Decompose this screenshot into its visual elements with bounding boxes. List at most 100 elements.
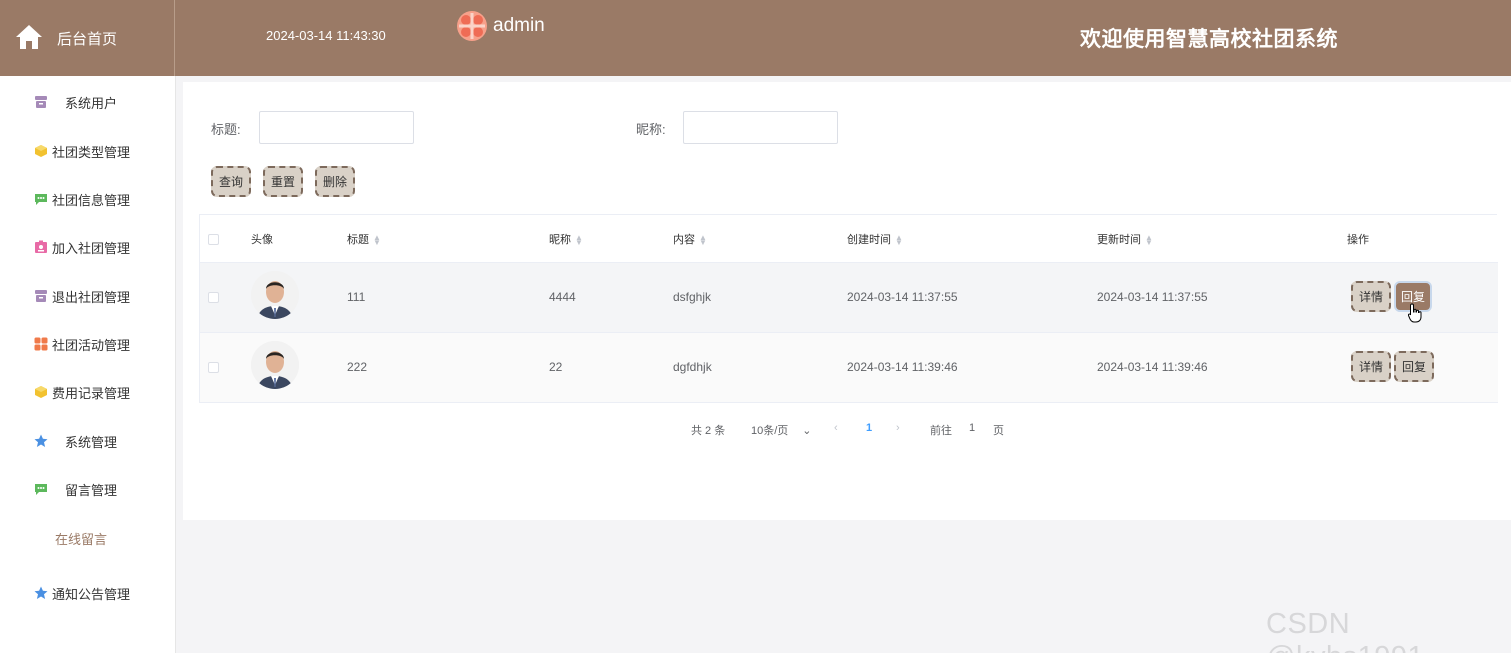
avatar — [251, 341, 299, 389]
site-title: 欢迎使用智慧高校社团系统 — [1080, 28, 1338, 51]
cell-title: 111 — [347, 290, 366, 304]
sidebar-item-label: 系统用户 — [65, 95, 118, 111]
table-row[interactable]: 222 22 dgfdhjk 2024-03-14 11:39:46 2024-… — [200, 333, 1498, 403]
reply-button[interactable]: 回复 — [1394, 351, 1434, 382]
chevron-down-icon: ⌄ — [802, 425, 812, 437]
message-table: 头像 标题 ▲ ▼ 昵称 ▲ ▼ 内容 ▲ ▼ 创建时间 ▲ ▼ 更新时间 ▲ ▼ 操作 111 4… — [199, 214, 1498, 403]
sidebar-item-label: 退出社团管理 — [52, 289, 131, 305]
cell-nickname: 22 — [549, 360, 563, 374]
nickname-search-input[interactable] — [683, 111, 838, 144]
column-header-label: 昵称 — [549, 234, 571, 246]
column-header-updated[interactable]: 更新时间 ▲ ▼ — [1097, 231, 1153, 247]
person-photo-icon — [251, 341, 299, 389]
cell-updated: 2024-03-14 11:39:46 — [1097, 360, 1208, 374]
sidebar-item-fee-records[interactable]: 费用记录管理 — [0, 377, 175, 407]
goto-label: 前往 — [930, 425, 952, 437]
sidebar-subitem-online-message[interactable]: 在线留言 — [0, 523, 175, 553]
avatar — [251, 271, 299, 319]
sort-icon[interactable]: ▲ ▼ — [1145, 234, 1153, 247]
sidebar-item-system-management[interactable]: 系统管理 — [0, 426, 175, 456]
column-header-created[interactable]: 创建时间 ▲ ▼ — [847, 231, 903, 247]
badge-icon — [35, 240, 47, 253]
sidebar-item-label: 社团信息管理 — [52, 192, 131, 208]
table-row[interactable]: 111 4444 dsfghjk 2024-03-14 11:37:55 202… — [200, 263, 1498, 333]
row-checkbox[interactable] — [208, 292, 219, 303]
sidebar-item-announcements[interactable]: 通知公告管理 — [0, 578, 175, 608]
detail-button[interactable]: 详情 — [1351, 351, 1391, 382]
home-label: 后台首页 — [57, 31, 118, 48]
chat-icon — [35, 194, 47, 205]
cube-icon — [35, 386, 47, 398]
pagination-total: 共 2 条 — [691, 425, 726, 437]
page-size-value: 10条/页 — [751, 425, 789, 437]
sidebar-item-label: 留言管理 — [65, 482, 118, 498]
sidebar-item-label: 加入社团管理 — [52, 240, 131, 256]
sort-icon[interactable]: ▲ ▼ — [575, 234, 583, 247]
chat-icon — [35, 484, 47, 495]
column-header-label: 内容 — [673, 234, 695, 246]
nickname-label: 昵称: — [636, 122, 666, 137]
prev-page-icon[interactable]: ‹ — [834, 422, 838, 434]
sidebar-item-label: 通知公告管理 — [52, 586, 131, 602]
home-icon — [16, 25, 42, 49]
title-search-input[interactable] — [259, 111, 414, 144]
cube-icon — [35, 145, 47, 157]
table-header-row: 头像 标题 ▲ ▼ 昵称 ▲ ▼ 内容 ▲ ▼ 创建时间 ▲ ▼ 更新时间 ▲ ▼ 操作 — [200, 215, 1498, 263]
column-header-label: 创建时间 — [847, 234, 891, 246]
column-header-content[interactable]: 内容 ▲ ▼ — [673, 231, 707, 247]
sort-icon[interactable]: ▲ ▼ — [895, 234, 903, 247]
cell-content: dsfghjk — [673, 290, 712, 304]
sidebar-item-label: 社团类型管理 — [52, 144, 131, 160]
column-header-title[interactable]: 标题 ▲ ▼ — [347, 231, 381, 247]
current-datetime: 2024-03-14 11:43:30 — [266, 28, 386, 43]
star-icon — [34, 434, 48, 447]
column-header-label: 更新时间 — [1097, 234, 1141, 246]
cell-title: 222 — [347, 360, 368, 374]
detail-button[interactable]: 详情 — [1351, 281, 1391, 312]
reset-button[interactable]: 重置 — [263, 166, 303, 197]
sort-icon[interactable]: ▲ ▼ — [699, 234, 707, 247]
page-suffix-label: 页 — [993, 425, 1004, 437]
top-header: 后台首页 2024-03-14 11:43:30 admin 欢迎使用智慧高校社… — [0, 0, 1511, 76]
username[interactable]: admin — [493, 15, 545, 37]
row-checkbox[interactable] — [208, 362, 219, 373]
sidebar-item-system-users[interactable]: 系统用户 — [0, 87, 175, 117]
sidebar-item-label: 费用记录管理 — [52, 385, 131, 401]
sidebar-item-message-management[interactable]: 留言管理 — [0, 474, 175, 504]
cell-created: 2024-03-14 11:39:46 — [847, 360, 958, 374]
sidebar-item-label: 系统管理 — [65, 434, 118, 450]
user-avatar-icon[interactable] — [457, 11, 487, 41]
archive-icon — [35, 290, 47, 302]
hand-cursor-icon — [1408, 303, 1422, 323]
select-all-checkbox[interactable] — [208, 234, 219, 245]
column-header-avatar: 头像 — [251, 234, 273, 246]
sidebar-item-label: 在线留言 — [55, 531, 108, 547]
sidebar-item-quit-club[interactable]: 退出社团管理 — [0, 281, 175, 311]
sidebar-item-join-club[interactable]: 加入社团管理 — [0, 232, 175, 262]
home-link[interactable]: 后台首页 — [0, 0, 175, 76]
sidebar: 系统用户 社团类型管理 社团信息管理 加入社团管理 退出社团管理 社团活动管理 … — [0, 76, 176, 653]
query-button[interactable]: 查询 — [211, 166, 251, 197]
sidebar-item-club-types[interactable]: 社团类型管理 — [0, 136, 175, 166]
watermark: CSDN @kybs1991 — [1266, 608, 1424, 653]
sidebar-item-club-activities[interactable]: 社团活动管理 — [0, 329, 175, 359]
delete-button[interactable]: 删除 — [315, 166, 355, 197]
sidebar-item-label: 社团活动管理 — [52, 337, 131, 353]
cell-content: dgfdhjk — [673, 360, 712, 374]
grid-icon — [34, 337, 48, 351]
archive-icon — [35, 96, 47, 108]
cell-created: 2024-03-14 11:37:55 — [847, 290, 958, 304]
column-header-nickname[interactable]: 昵称 ▲ ▼ — [549, 231, 583, 247]
goto-page-input[interactable]: 1 — [969, 422, 975, 434]
person-photo-icon — [251, 271, 299, 319]
page-size-select[interactable]: 10条/页 ⌄ — [751, 422, 812, 438]
cell-nickname: 4444 — [549, 290, 576, 304]
sort-icon[interactable]: ▲ ▼ — [373, 234, 381, 247]
page-number-current[interactable]: 1 — [866, 422, 872, 434]
star-icon — [34, 586, 48, 599]
sidebar-item-club-info[interactable]: 社团信息管理 — [0, 184, 175, 214]
next-page-icon[interactable]: › — [896, 422, 900, 434]
cell-updated: 2024-03-14 11:37:55 — [1097, 290, 1208, 304]
column-header-actions: 操作 — [1347, 234, 1369, 246]
title-label: 标题: — [211, 122, 241, 137]
